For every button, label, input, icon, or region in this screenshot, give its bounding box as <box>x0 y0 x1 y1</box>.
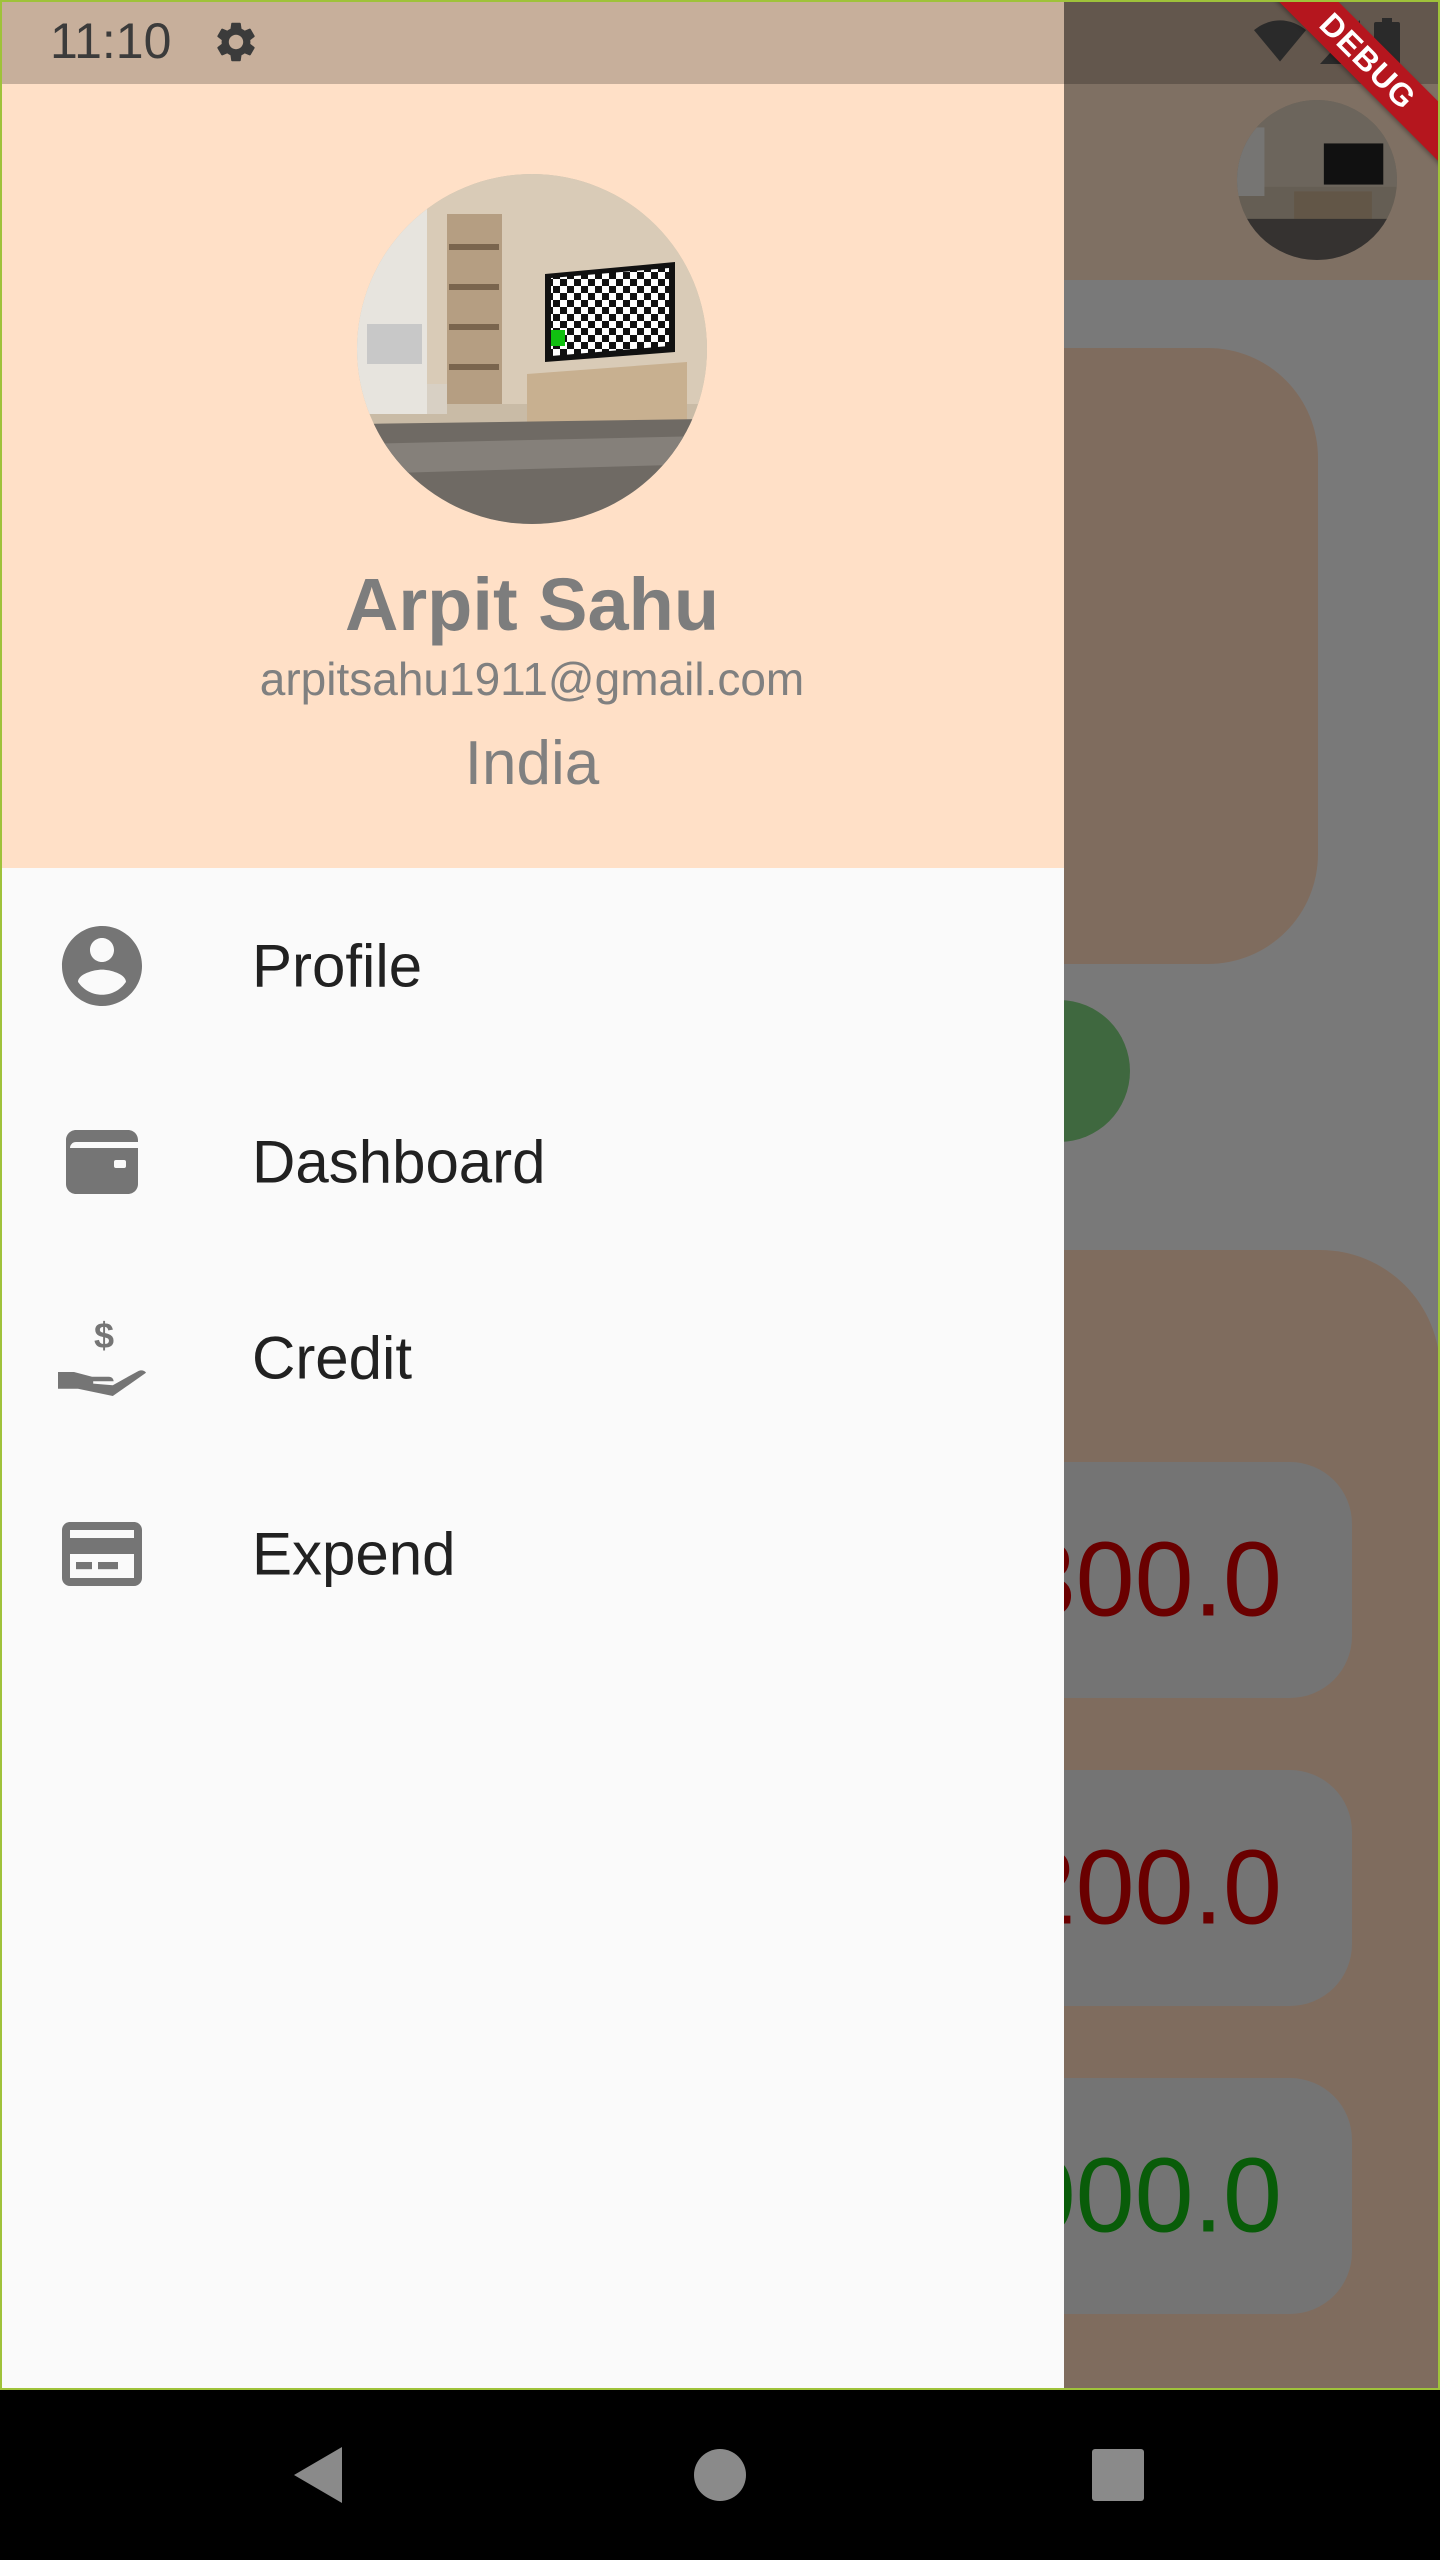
wifi-icon <box>1254 20 1306 62</box>
profile-photo[interactable] <box>357 174 707 524</box>
credit-card-icon <box>62 1522 142 1586</box>
menu-item-label: Credit <box>252 1324 413 1392</box>
user-country: India <box>464 729 600 798</box>
room-photo-icon <box>357 174 707 524</box>
back-icon[interactable] <box>290 2445 346 2505</box>
svg-text:$: $ <box>94 1315 114 1356</box>
menu-item-label: Expend <box>252 1520 456 1588</box>
user-email: arpitsahu1911@gmail.com <box>259 653 805 705</box>
wallet-icon <box>66 1130 138 1194</box>
app-screen: 300.0 200.0 000.0 <box>0 0 1440 2390</box>
status-bar: 11:10 DEBUG <box>0 0 1440 168</box>
hand-dollar-icon: $ <box>58 1315 146 1396</box>
settings-gear-icon <box>217 22 255 62</box>
menu-item-expend[interactable]: Expend <box>0 1456 1064 1652</box>
account-circle-icon <box>62 926 142 1006</box>
menu-item-label: Profile <box>252 932 423 1000</box>
user-name: Arpit Sahu <box>344 563 720 646</box>
navigation-drawer: Arpit Sahu arpitsahu1911@gmail.com India… <box>0 0 1064 2390</box>
home-icon[interactable] <box>693 2448 747 2502</box>
recents-icon[interactable] <box>1092 2449 1144 2501</box>
menu-item-dashboard[interactable]: Dashboard <box>0 1064 1064 1260</box>
menu-item-label: Dashboard <box>252 1128 546 1196</box>
system-navigation-bar <box>0 2390 1440 2560</box>
status-time: 11:10 <box>50 13 172 69</box>
menu-item-profile[interactable]: Profile <box>0 868 1064 1064</box>
menu-item-credit[interactable]: $ Credit <box>0 1260 1064 1456</box>
drawer-header: Arpit Sahu arpitsahu1911@gmail.com India <box>0 0 1064 868</box>
